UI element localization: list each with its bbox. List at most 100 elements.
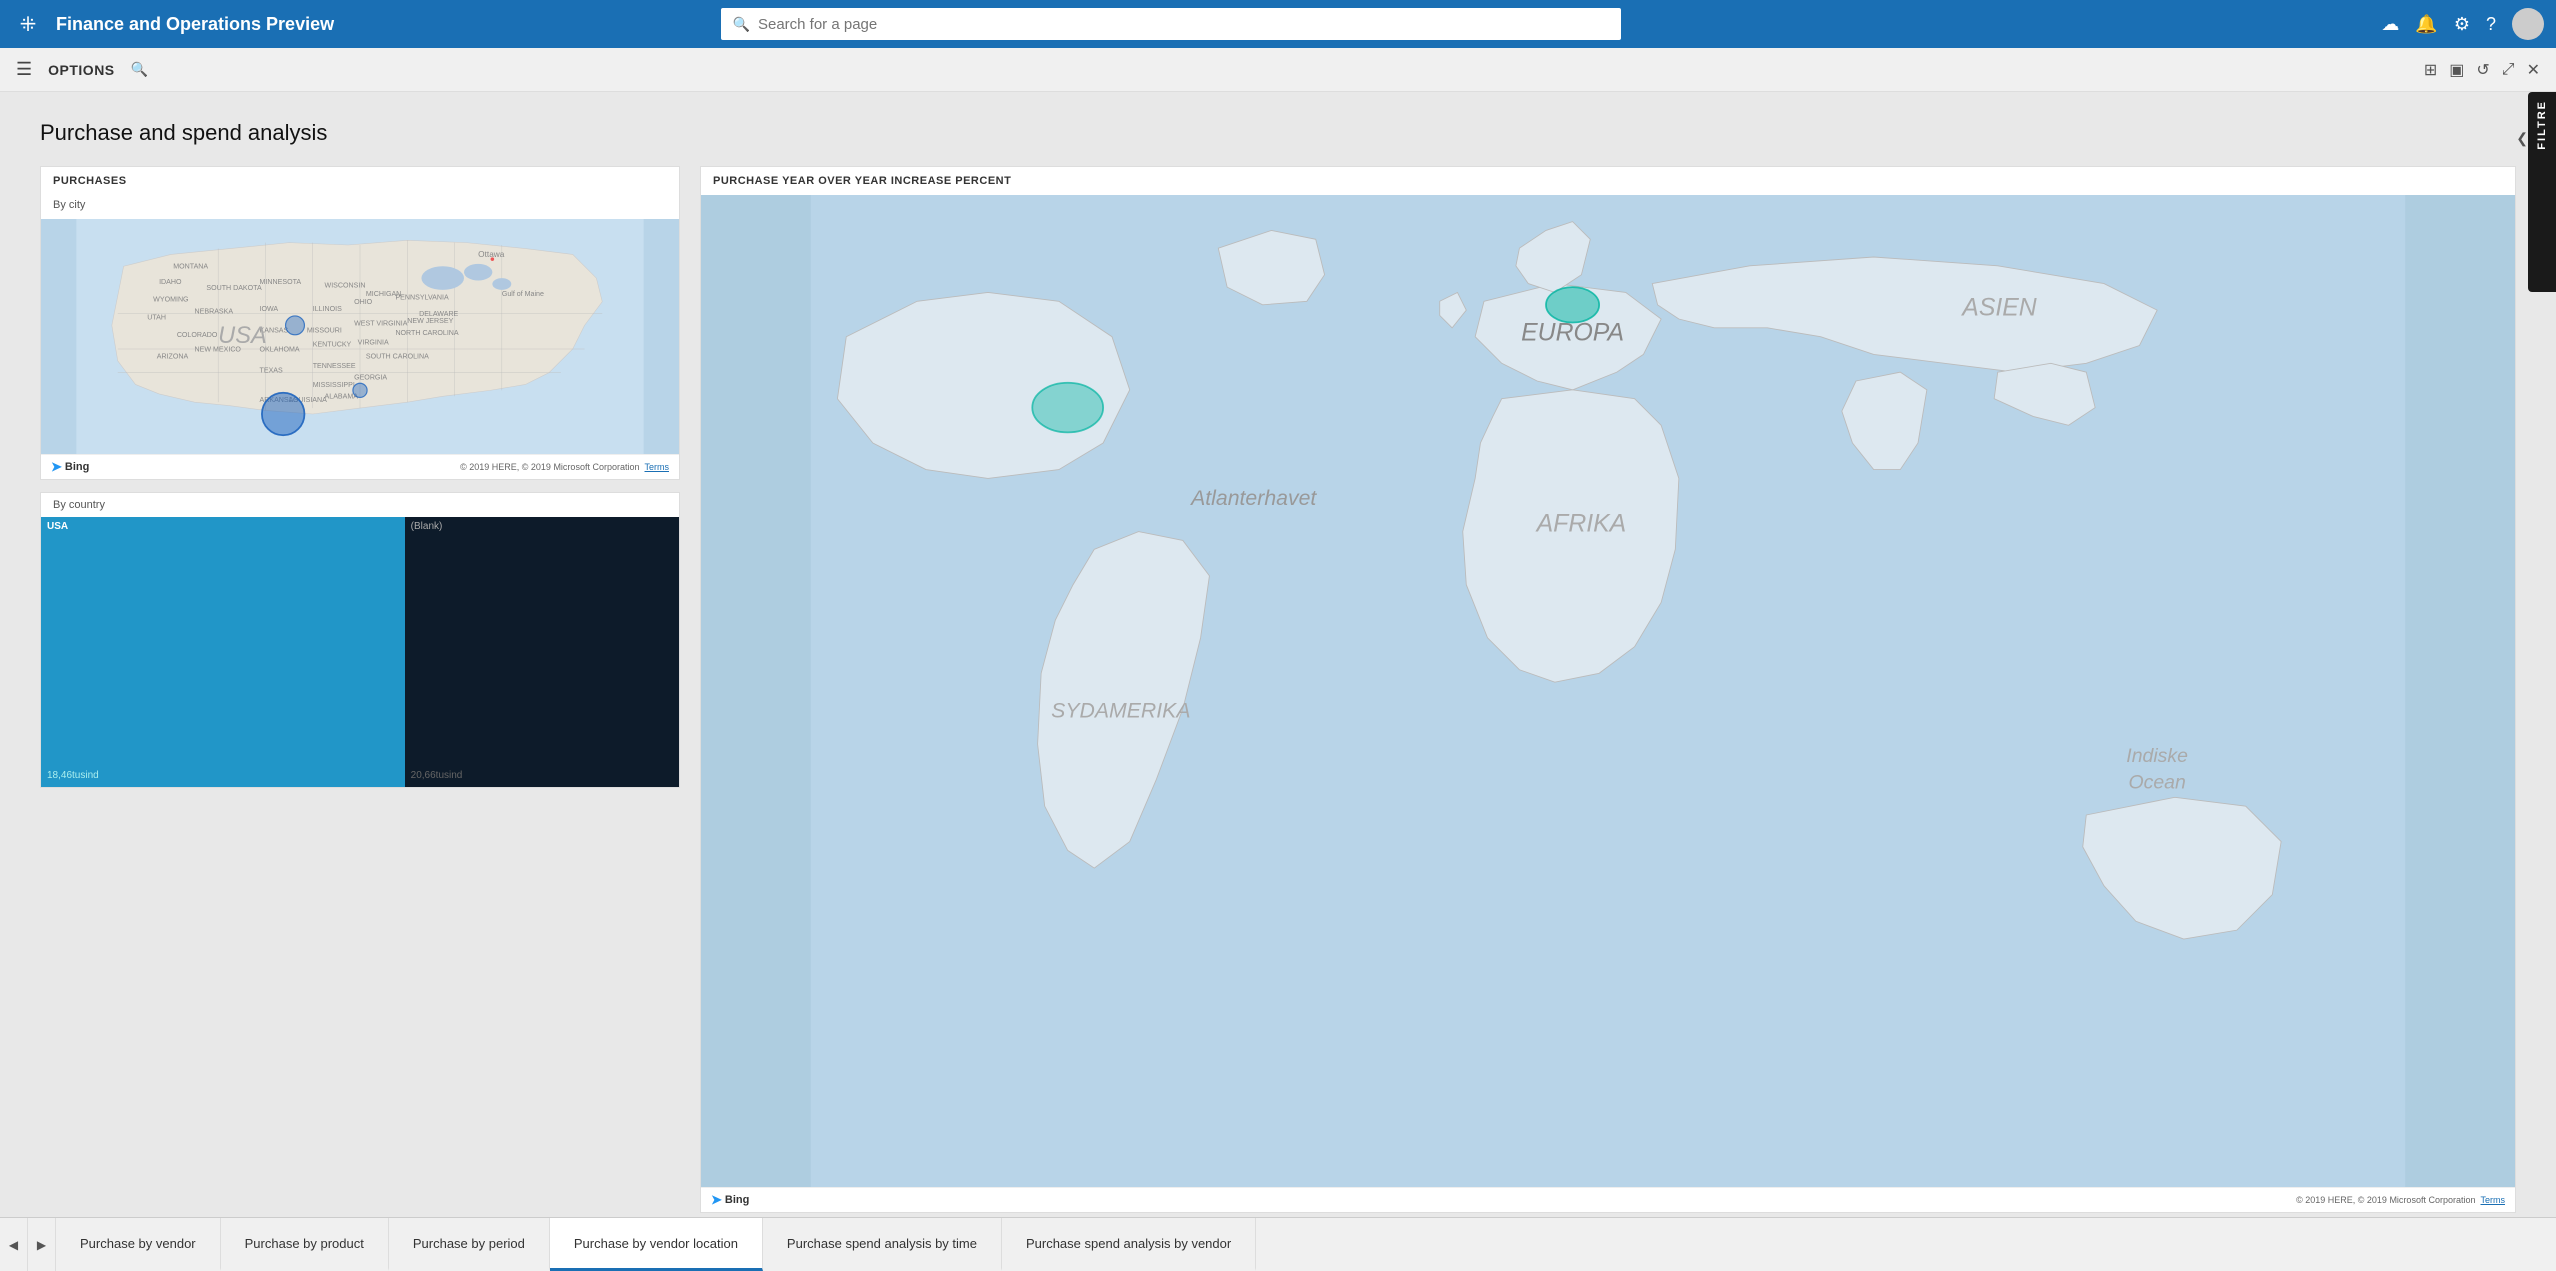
filter-label: FILTRE bbox=[2536, 100, 2548, 150]
bing-text-world: Bing bbox=[725, 1194, 749, 1206]
grid-icon[interactable]: ⁜ bbox=[12, 12, 44, 37]
bing-attribution-world: © 2019 HERE, © 2019 Microsoft Corporatio… bbox=[2296, 1195, 2505, 1205]
options-right-icons: ⊞ ▣ ↺ ⤢ ✕ bbox=[2424, 60, 2540, 80]
tab-prev-button[interactable]: ◀ bbox=[0, 1218, 28, 1271]
search-bar: 🔍 bbox=[721, 8, 1621, 40]
options-label: OPTIONS bbox=[48, 62, 115, 78]
bing-text: Bing bbox=[65, 461, 89, 473]
svg-text:Indiske: Indiske bbox=[2126, 745, 2188, 767]
filter-sidebar[interactable]: FILTRE bbox=[2528, 92, 2556, 292]
purchases-card: PURCHASES By city bbox=[40, 166, 680, 480]
world-map[interactable]: EUROPA ASIEN Atlanterhavet AFRIKA SYDAME… bbox=[701, 195, 2515, 1187]
svg-text:PENNSYLVANIA: PENNSYLVANIA bbox=[395, 293, 449, 301]
page-title: Purchase and spend analysis bbox=[40, 120, 2516, 146]
bing-footer-world: ➤ Bing © 2019 HERE, © 2019 Microsoft Cor… bbox=[701, 1187, 2515, 1212]
tab-next-button[interactable]: ▶ bbox=[28, 1218, 56, 1271]
terms-link[interactable]: Terms bbox=[645, 462, 670, 472]
options-icon-refresh[interactable]: ↺ bbox=[2476, 60, 2489, 80]
settings-icon[interactable]: ⚙ bbox=[2454, 14, 2470, 35]
tab-purchase-product[interactable]: Purchase by product bbox=[221, 1218, 389, 1271]
usa-map-svg: IDAHO WYOMING SOUTH DAKOTA MINNESOTA WIS… bbox=[41, 219, 679, 479]
treemap-usa-label: USA bbox=[47, 521, 68, 532]
nav-right-icons: ☁ 🔔 ⚙ ? bbox=[2381, 8, 2544, 40]
bing-logo: ➤ Bing bbox=[51, 459, 89, 475]
svg-text:MISSISSIPPI: MISSISSIPPI bbox=[313, 381, 355, 389]
svg-text:DELAWARE: DELAWARE bbox=[419, 310, 458, 318]
svg-text:AFRIKA: AFRIKA bbox=[1535, 511, 1627, 538]
svg-text:TEXAS: TEXAS bbox=[260, 367, 283, 375]
svg-text:IDAHO: IDAHO bbox=[159, 278, 182, 286]
svg-text:USA: USA bbox=[218, 323, 267, 349]
left-panel: PURCHASES By city bbox=[40, 166, 680, 1213]
svg-text:SOUTH CAROLINA: SOUTH CAROLINA bbox=[366, 352, 429, 360]
hamburger-icon[interactable]: ☰ bbox=[16, 59, 32, 80]
options-icon-expand[interactable]: ⤢ bbox=[2502, 61, 2515, 79]
svg-text:WEST VIRGINIA: WEST VIRGINIA bbox=[354, 319, 408, 327]
tab-purchase-spend-vendor[interactable]: Purchase spend analysis by vendor bbox=[1002, 1218, 1256, 1271]
treemap-usa[interactable]: USA 18,46tusind bbox=[41, 517, 405, 787]
options-icon-1[interactable]: ⊞ bbox=[2424, 60, 2437, 80]
charts-row: PURCHASES By city bbox=[40, 166, 2516, 1213]
svg-text:SYDAMERIKA: SYDAMERIKA bbox=[1051, 699, 1190, 723]
svg-text:Atlanterhavet: Atlanterhavet bbox=[1189, 486, 1317, 510]
top-navigation: ⁜ Finance and Operations Preview 🔍 ☁ 🔔 ⚙… bbox=[0, 0, 2556, 48]
options-search-icon[interactable]: 🔍 bbox=[131, 61, 148, 78]
bing-logo-world: ➤ Bing bbox=[711, 1192, 749, 1208]
bing-attribution: © 2019 HERE, © 2019 Microsoft Corporatio… bbox=[460, 462, 669, 472]
avatar[interactable] bbox=[2512, 8, 2544, 40]
bell-icon[interactable]: 🔔 bbox=[2415, 14, 2437, 35]
svg-text:ARIZONA: ARIZONA bbox=[157, 352, 189, 360]
by-city-label: By city bbox=[41, 195, 679, 219]
cloud-icon[interactable]: ☁ bbox=[2381, 14, 2399, 35]
svg-text:MINNESOTA: MINNESOTA bbox=[260, 278, 302, 286]
help-icon[interactable]: ? bbox=[2486, 14, 2496, 35]
svg-text:ASIEN: ASIEN bbox=[1960, 294, 2037, 321]
treemap[interactable]: USA 18,46tusind (Blank) 20,66tusind bbox=[41, 517, 679, 787]
tab-purchase-vendor[interactable]: Purchase by vendor bbox=[56, 1218, 221, 1271]
options-icon-close[interactable]: ✕ bbox=[2527, 60, 2540, 80]
bottom-tabs: ◀ ▶ Purchase by vendor Purchase by produ… bbox=[0, 1217, 2556, 1271]
svg-text:OHIO: OHIO bbox=[354, 298, 373, 306]
treemap-blank-label: (Blank) bbox=[411, 521, 443, 532]
svg-text:VIRGINIA: VIRGINIA bbox=[358, 338, 389, 346]
main-content: Purchase and spend analysis PURCHASES By… bbox=[0, 92, 2556, 1217]
svg-text:EUROPA: EUROPA bbox=[1521, 319, 1624, 346]
usa-map[interactable]: IDAHO WYOMING SOUTH DAKOTA MINNESOTA WIS… bbox=[41, 219, 679, 479]
by-country-label: By country bbox=[41, 493, 679, 517]
svg-text:ILLINOIS: ILLINOIS bbox=[313, 305, 342, 313]
svg-text:UTAH: UTAH bbox=[147, 313, 166, 321]
world-map-header: PURCHASE YEAR OVER YEAR INCREASE PERCENT bbox=[701, 167, 2515, 195]
svg-text:IOWA: IOWA bbox=[260, 305, 279, 313]
tab-purchase-vendor-location[interactable]: Purchase by vendor location bbox=[550, 1218, 763, 1271]
options-bar: ☰ OPTIONS 🔍 ⊞ ▣ ↺ ⤢ ✕ bbox=[0, 48, 2556, 92]
svg-text:MONTANA: MONTANA bbox=[173, 263, 208, 271]
search-input[interactable] bbox=[758, 16, 1609, 33]
svg-text:COLORADO: COLORADO bbox=[177, 331, 218, 339]
bing-footer-map: ➤ Bing © 2019 HERE, © 2019 Microsoft Cor… bbox=[41, 454, 679, 479]
treemap-usa-value: 18,46tusind bbox=[47, 770, 99, 781]
svg-text:MISSOURI: MISSOURI bbox=[307, 326, 342, 334]
by-country-card: By country USA 18,46tusind (Blank) 20,66… bbox=[40, 492, 680, 788]
svg-text:NEBRASKA: NEBRASKA bbox=[195, 308, 234, 316]
svg-text:NEW JERSEY: NEW JERSEY bbox=[407, 317, 453, 325]
right-panel: PURCHASE YEAR OVER YEAR INCREASE PERCENT bbox=[700, 166, 2516, 1213]
search-icon: 🔍 bbox=[733, 16, 750, 33]
svg-text:Gulf of Maine: Gulf of Maine bbox=[502, 290, 544, 298]
svg-text:WISCONSIN: WISCONSIN bbox=[325, 282, 366, 290]
tab-purchase-spend-time[interactable]: Purchase spend analysis by time bbox=[763, 1218, 1002, 1271]
options-icon-2[interactable]: ▣ bbox=[2449, 60, 2464, 80]
svg-text:WYOMING: WYOMING bbox=[153, 296, 188, 304]
world-map-card: PURCHASE YEAR OVER YEAR INCREASE PERCENT bbox=[700, 166, 2516, 1213]
app-title: Finance and Operations Preview bbox=[56, 14, 334, 35]
svg-text:Ottawa: Ottawa bbox=[478, 250, 505, 259]
treemap-blank-value: 20,66tusind bbox=[411, 770, 463, 781]
svg-text:TENNESSEE: TENNESSEE bbox=[313, 362, 356, 370]
tab-purchase-period[interactable]: Purchase by period bbox=[389, 1218, 550, 1271]
treemap-blank[interactable]: (Blank) 20,66tusind bbox=[405, 517, 679, 787]
terms-link-world[interactable]: Terms bbox=[2481, 1195, 2506, 1205]
purchases-header: PURCHASES bbox=[41, 167, 679, 195]
world-map-svg: EUROPA ASIEN Atlanterhavet AFRIKA SYDAME… bbox=[701, 195, 2515, 1187]
svg-text:GEORGIA: GEORGIA bbox=[354, 374, 387, 382]
svg-text:SOUTH DAKOTA: SOUTH DAKOTA bbox=[206, 284, 262, 292]
filter-chevron-icon[interactable]: ❮ bbox=[2516, 130, 2528, 147]
